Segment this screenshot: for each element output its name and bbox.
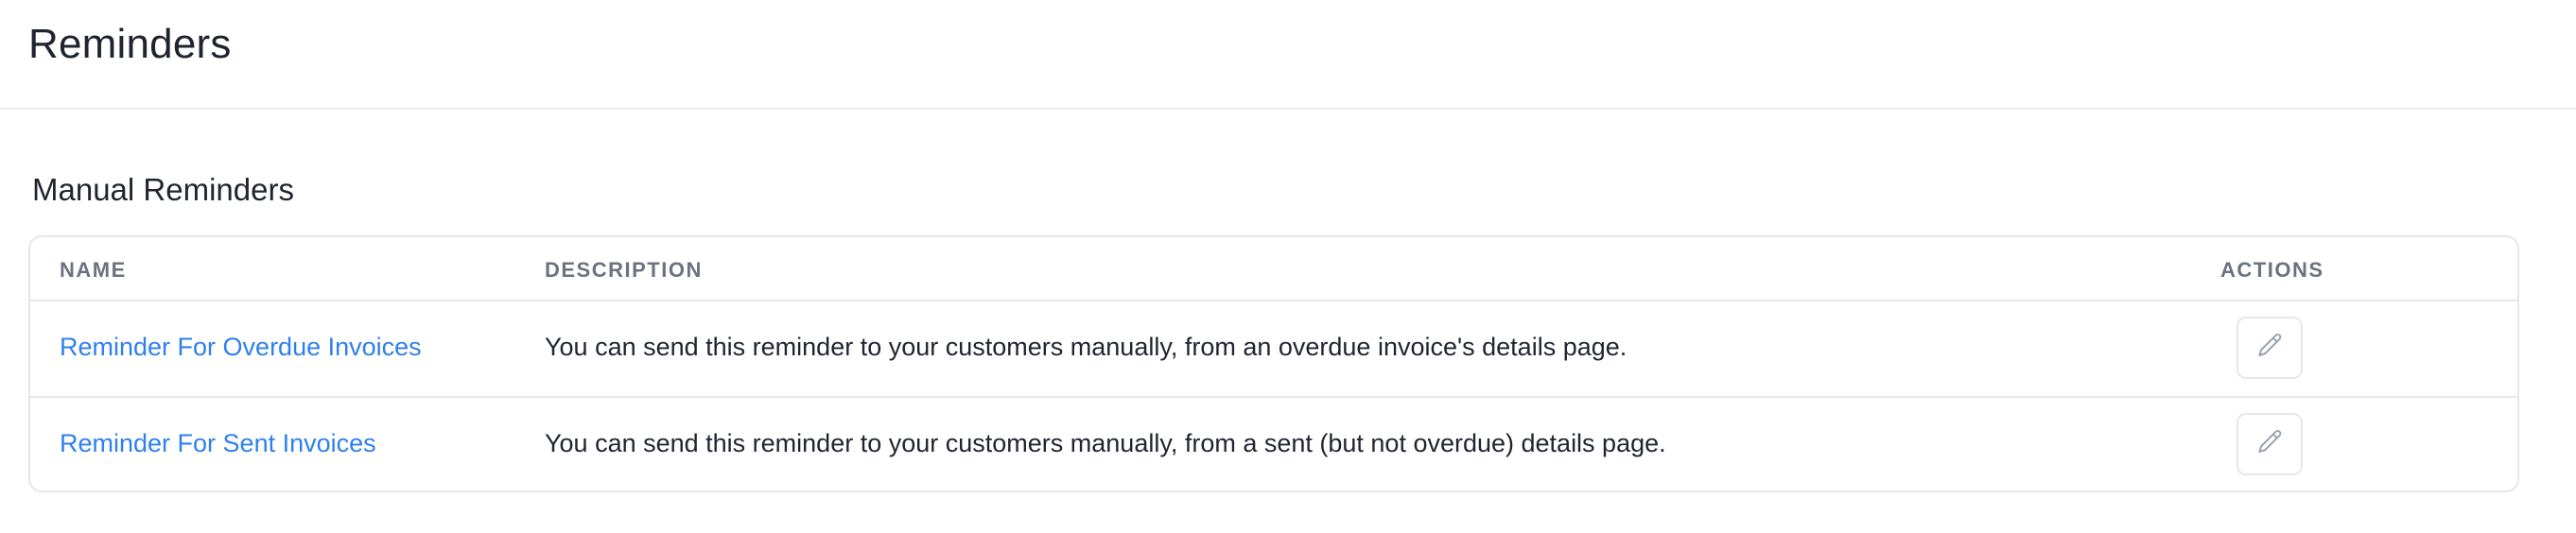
column-header-name: NAME [60, 258, 127, 282]
pencil-icon [2254, 331, 2285, 366]
column-header-description: DESCRIPTION [545, 258, 703, 282]
reminder-name-link[interactable]: Reminder For Sent Invoices [60, 429, 376, 458]
table-row: Reminder For Overdue Invoices You can se… [30, 301, 2517, 396]
edit-reminder-button[interactable] [2237, 317, 2303, 379]
section-title: Manual Reminders [32, 172, 294, 207]
reminder-name-link[interactable]: Reminder For Overdue Invoices [60, 333, 422, 362]
edit-reminder-button[interactable] [2237, 413, 2303, 475]
reminders-table: NAME DESCRIPTION ACTIONS Reminder For Ov… [28, 235, 2519, 492]
table-row: Reminder For Sent Invoices You can send … [30, 396, 2517, 490]
column-header-actions: ACTIONS [2220, 258, 2324, 282]
table-header: NAME DESCRIPTION ACTIONS [30, 237, 2517, 301]
pencil-icon [2254, 427, 2285, 462]
page-header: Reminders [0, 0, 2576, 110]
reminder-description: You can send this reminder to your custo… [545, 333, 1627, 361]
page-title: Reminders [28, 21, 232, 67]
reminder-description: You can send this reminder to your custo… [545, 429, 1666, 457]
